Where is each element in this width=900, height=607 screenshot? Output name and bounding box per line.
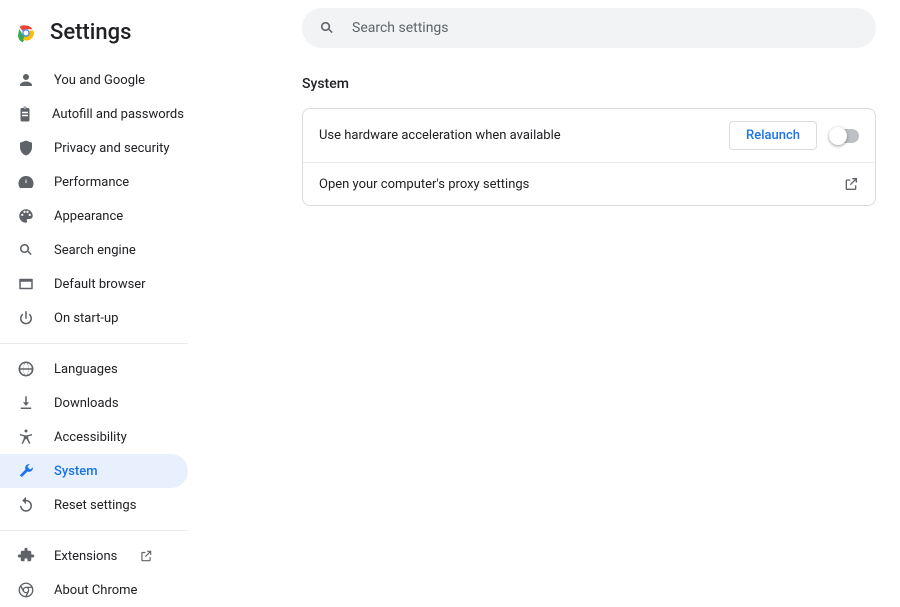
accessibility-icon — [16, 428, 36, 446]
section-title: System — [302, 76, 876, 92]
open-in-new-icon — [139, 549, 153, 563]
wrench-icon — [16, 462, 36, 480]
search-input[interactable] — [352, 20, 860, 36]
browser-icon — [16, 275, 36, 293]
sidebar-item-privacy[interactable]: Privacy and security — [0, 131, 188, 165]
sidebar-item-languages[interactable]: Languages — [0, 352, 188, 386]
sidebar-item-extensions[interactable]: Extensions — [0, 539, 188, 573]
sidebar-item-search-engine[interactable]: Search engine — [0, 233, 188, 267]
sidebar-item-performance[interactable]: Performance — [0, 165, 188, 199]
sidebar-item-label: Autofill and passwords — [52, 107, 184, 122]
sidebar-item-system[interactable]: System — [0, 454, 188, 488]
sidebar-item-label: On start-up — [54, 311, 118, 326]
user-icon — [16, 71, 36, 89]
sidebar-item-default-browser[interactable]: Default browser — [0, 267, 188, 301]
download-icon — [16, 394, 36, 412]
brand: Settings — [0, 10, 248, 63]
extension-icon — [16, 547, 36, 565]
sidebar-item-label: System — [54, 464, 98, 479]
search-icon — [318, 19, 336, 37]
sidebar-item-label: Accessibility — [54, 430, 127, 445]
search-bar[interactable] — [302, 8, 876, 48]
sidebar-item-label: You and Google — [54, 73, 145, 88]
sidebar-item-downloads[interactable]: Downloads — [0, 386, 188, 420]
sidebar-item-label: Default browser — [54, 277, 146, 292]
main-content: System Use hardware acceleration when av… — [248, 0, 900, 600]
sidebar-item-appearance[interactable]: Appearance — [0, 199, 188, 233]
sidebar-item-about-chrome[interactable]: About Chrome — [0, 573, 188, 607]
relaunch-button[interactable]: Relaunch — [729, 121, 817, 150]
divider — [0, 530, 188, 531]
chrome-logo-icon — [16, 23, 36, 43]
sidebar-item-label: Search engine — [54, 243, 136, 258]
search-icon — [16, 241, 36, 259]
sidebar-item-label: Appearance — [54, 209, 123, 224]
sidebar-item-label: Privacy and security — [54, 141, 170, 156]
sidebar-item-label: Extensions — [54, 549, 117, 564]
clipboard-icon — [16, 105, 34, 123]
chrome-outline-icon — [16, 581, 36, 599]
hardware-accel-toggle[interactable] — [831, 129, 859, 143]
sidebar-item-you-and-google[interactable]: You and Google — [0, 63, 188, 97]
sidebar-item-autofill[interactable]: Autofill and passwords — [0, 97, 188, 131]
sidebar-item-label: About Chrome — [54, 583, 137, 598]
open-in-new-icon — [843, 176, 859, 192]
sidebar-item-reset[interactable]: Reset settings — [0, 488, 188, 522]
row-label: Use hardware acceleration when available — [319, 128, 729, 143]
divider — [0, 343, 188, 344]
restore-icon — [16, 496, 36, 514]
shield-icon — [16, 139, 36, 157]
palette-icon — [16, 207, 36, 225]
row-proxy-settings[interactable]: Open your computer's proxy settings — [303, 163, 875, 205]
power-icon — [16, 309, 36, 327]
speedometer-icon — [16, 173, 36, 191]
sidebar: Settings You and Google Autofill and pas… — [0, 0, 248, 600]
sidebar-item-label: Languages — [54, 362, 118, 377]
sidebar-item-label: Downloads — [54, 396, 119, 411]
sidebar-item-label: Performance — [54, 175, 129, 190]
sidebar-item-accessibility[interactable]: Accessibility — [0, 420, 188, 454]
settings-card: Use hardware acceleration when available… — [302, 108, 876, 206]
row-hardware-acceleration: Use hardware acceleration when available… — [303, 109, 875, 163]
row-label: Open your computer's proxy settings — [319, 177, 843, 192]
sidebar-item-label: Reset settings — [54, 498, 136, 513]
sidebar-item-on-startup[interactable]: On start-up — [0, 301, 188, 335]
globe-icon — [16, 360, 36, 378]
page-title: Settings — [50, 20, 131, 45]
